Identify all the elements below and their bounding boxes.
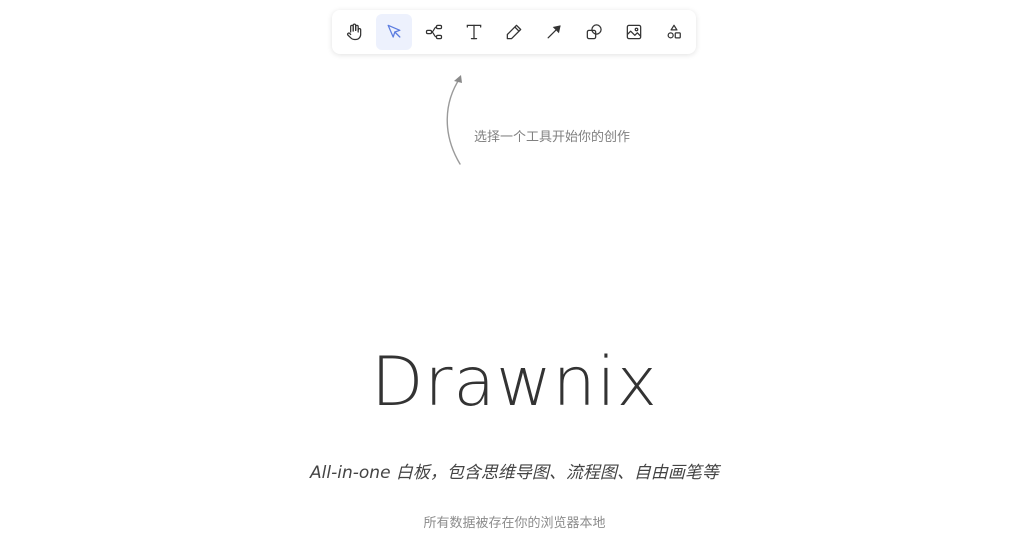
whiteboard-canvas[interactable]: 选择一个工具开始你的创作 Drawnix All-in-one 白板，包含思维导…: [0, 0, 1029, 535]
image-tool-button[interactable]: [616, 14, 652, 50]
mind-map-icon: [425, 24, 443, 40]
shape-tool-button[interactable]: [576, 14, 612, 50]
tool-hint-text: 选择一个工具开始你的创作: [474, 130, 631, 145]
selection-tool-button[interactable]: [376, 14, 412, 50]
text-tool-button[interactable]: [456, 14, 492, 50]
app-title: Drawnix: [371, 343, 658, 422]
pointer-icon: [387, 24, 401, 38]
arrow-icon: [547, 25, 561, 39]
text-icon: [466, 24, 482, 40]
shape-icon: [586, 24, 602, 40]
mind-map-tool-button[interactable]: [416, 14, 452, 50]
main-toolbar: [332, 10, 696, 54]
image-icon: [626, 24, 642, 40]
pen-tool-button[interactable]: [496, 14, 532, 50]
shapes-more-icon: [667, 24, 681, 39]
extra-tools-button[interactable]: [656, 14, 692, 50]
arrow-tool-button[interactable]: [536, 14, 572, 50]
storage-note: 所有数据被存在你的浏览器本地: [423, 516, 606, 531]
app-subtitle: All-in-one 白板，包含思维导图、流程图、自由画笔等: [310, 463, 719, 483]
hand-tool-button[interactable]: [336, 14, 372, 50]
hint-arrow-icon: [446, 75, 462, 165]
pen-icon: [506, 24, 522, 40]
hand-icon: [347, 23, 362, 41]
